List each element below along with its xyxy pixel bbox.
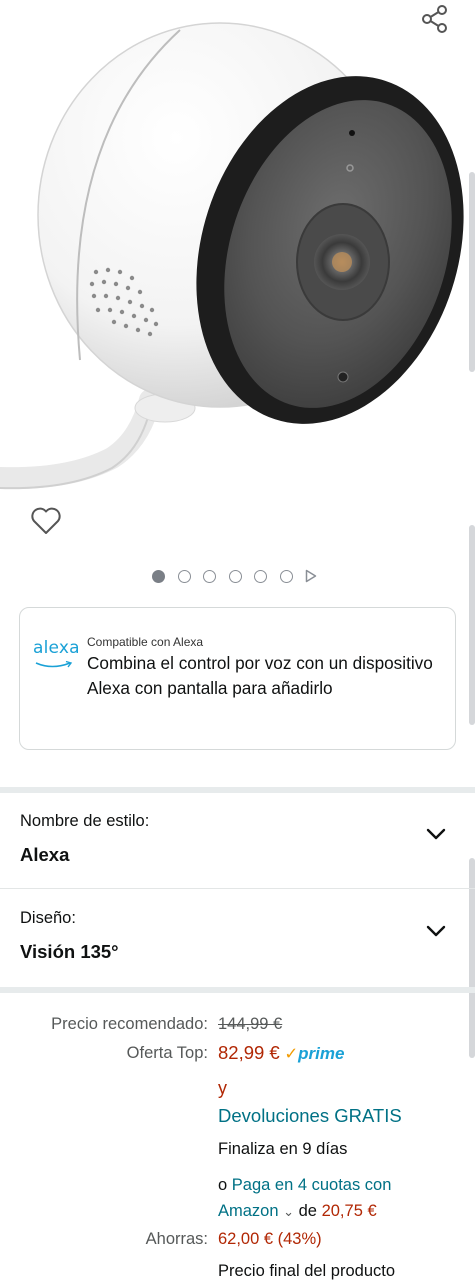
option-divider bbox=[0, 888, 475, 889]
heart-icon[interactable] bbox=[28, 503, 64, 539]
savings-value: 62,00 € (43%) bbox=[218, 1230, 322, 1248]
design-option-label: Diseño: bbox=[20, 909, 76, 927]
installments-de: de bbox=[298, 1202, 317, 1220]
scrollbar-thumb[interactable] bbox=[469, 172, 475, 372]
camera-product-image bbox=[0, 22, 464, 490]
section-divider bbox=[0, 787, 475, 793]
carousel-dot[interactable] bbox=[152, 569, 165, 583]
alexa-logo: alexa bbox=[33, 638, 80, 658]
carousel-dot[interactable] bbox=[254, 569, 267, 583]
carousel-dot[interactable] bbox=[279, 569, 293, 583]
carousel-dot[interactable] bbox=[177, 569, 191, 583]
play-icon[interactable] bbox=[305, 569, 317, 583]
product-image[interactable] bbox=[0, 0, 475, 560]
alexa-compatible-label: Compatible con Alexa bbox=[87, 635, 204, 649]
deal-price-value: 82,99 € bbox=[218, 1042, 280, 1063]
recommended-price-label: Precio recomendado: bbox=[51, 1015, 208, 1033]
recommended-price-value: 144,99 € bbox=[218, 1015, 283, 1033]
installments-prefix: o bbox=[218, 1176, 228, 1194]
image-carousel-indicator[interactable] bbox=[152, 567, 317, 585]
alexa-description: Combina el control por voz con un dispos… bbox=[87, 653, 433, 698]
carousel-dot[interactable] bbox=[228, 569, 242, 583]
scrollbar-thumb[interactable] bbox=[469, 525, 475, 725]
savings-label: Ahorras: bbox=[145, 1230, 208, 1248]
chevron-down-icon[interactable] bbox=[425, 924, 447, 938]
installments-amount: 20,75 € bbox=[321, 1202, 377, 1220]
prime-badge[interactable]: prime bbox=[298, 1044, 344, 1063]
style-option-value: Alexa bbox=[20, 844, 70, 865]
free-returns-link[interactable]: Devoluciones GRATIS bbox=[218, 1105, 402, 1127]
carousel-dot[interactable] bbox=[203, 569, 216, 583]
deal-price-label: Oferta Top: bbox=[126, 1044, 208, 1062]
share-icon[interactable] bbox=[418, 2, 452, 36]
alexa-smile-icon bbox=[35, 660, 73, 668]
section-divider bbox=[0, 987, 475, 993]
chevron-down-icon[interactable]: ⌄ bbox=[283, 1204, 294, 1219]
chevron-down-icon[interactable] bbox=[425, 827, 447, 841]
prime-and-text: y bbox=[218, 1078, 227, 1098]
design-option-value: Visión 135° bbox=[20, 941, 119, 962]
style-option-label: Nombre de estilo: bbox=[20, 812, 150, 830]
deal-ends-text: Finaliza en 9 días bbox=[218, 1140, 348, 1158]
prime-check-icon: ✓ bbox=[284, 1045, 299, 1063]
final-price-note: Precio final del producto bbox=[218, 1262, 396, 1280]
installments-info: o Paga en 4 cuotas con Amazon ⌄ de 20,75… bbox=[218, 1172, 448, 1225]
alexa-compatible-card[interactable]: alexa Compatible con Alexa Combina el co… bbox=[19, 607, 456, 750]
